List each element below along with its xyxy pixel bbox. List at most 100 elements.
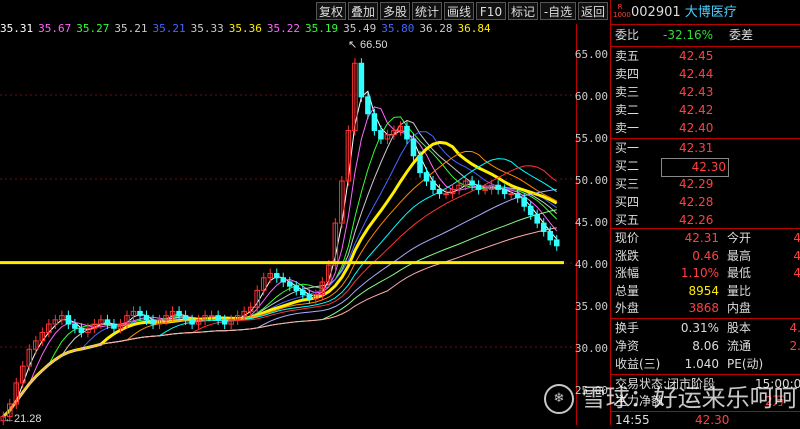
- candle-body[interactable]: [72, 323, 78, 329]
- candle-body[interactable]: [111, 323, 117, 329]
- candle-body[interactable]: [78, 327, 85, 333]
- stock-name: 大博医疗: [684, 5, 737, 20]
- toolbar-button-5[interactable]: F10: [476, 2, 506, 20]
- moving-average-line: [2, 158, 557, 417]
- candle-body[interactable]: [358, 62, 365, 98]
- candle-body[interactable]: [521, 197, 527, 207]
- asks-price[interactable]: 42.43: [679, 84, 713, 101]
- candle-body[interactable]: [65, 315, 72, 325]
- asks-label: 卖一: [615, 121, 640, 135]
- candle-body[interactable]: [404, 125, 410, 140]
- candle-body[interactable]: [273, 273, 280, 279]
- candle-body[interactable]: [527, 205, 534, 216]
- ma-value-7: 35.22: [266, 22, 300, 35]
- toolbar-button-0[interactable]: 复权: [316, 2, 346, 20]
- ma-value-9: 35.49: [343, 22, 377, 35]
- candlestick-chart[interactable]: 66.50 21.28 ↖ ←: [0, 38, 576, 425]
- candle-body[interactable]: [410, 138, 417, 157]
- candle-body[interactable]: [293, 285, 300, 291]
- asks-label: 卖三: [615, 85, 640, 99]
- candle-body[interactable]: [365, 96, 371, 115]
- candle-body[interactable]: [215, 315, 221, 321]
- candle-body[interactable]: [501, 188, 508, 195]
- candle-body[interactable]: [475, 184, 482, 190]
- ma-value-1: 35.67: [38, 22, 72, 35]
- candle-body[interactable]: [378, 130, 384, 140]
- quote-label2: 最低: [727, 266, 752, 280]
- toolbar-button-7[interactable]: -自选: [540, 2, 576, 20]
- stats-value2: 4.: [789, 321, 800, 335]
- candle-body[interactable]: [508, 193, 514, 196]
- candle-body[interactable]: [182, 315, 189, 321]
- candle-body[interactable]: [104, 319, 111, 325]
- candle-body[interactable]: [176, 310, 182, 317]
- toolbar-button-3[interactable]: 统计: [412, 2, 442, 20]
- asks-price[interactable]: 42.40: [679, 120, 713, 137]
- candle-body[interactable]: [208, 315, 215, 318]
- quote-label2: 最高: [727, 248, 752, 263]
- candle-body[interactable]: [547, 231, 554, 241]
- candle-body[interactable]: [371, 113, 378, 132]
- quote-value2: 4: [793, 248, 800, 263]
- bids-price[interactable]: 42.29: [679, 176, 713, 193]
- candle-body[interactable]: [137, 310, 143, 317]
- stats-row: 净资 8.06 流通 2.: [615, 338, 800, 355]
- candle-body[interactable]: [430, 180, 436, 190]
- asks-row: 卖一 42.40: [615, 120, 713, 137]
- stats-label: 换手: [615, 321, 640, 335]
- candle-body[interactable]: [534, 214, 540, 224]
- candle-body[interactable]: [514, 193, 521, 199]
- candle-body[interactable]: [306, 294, 313, 300]
- ma-value-10: 35.80: [381, 22, 415, 35]
- ma-value-3: 35.21: [114, 22, 148, 35]
- ma-value-0: 35.31: [0, 22, 34, 35]
- toolbar-button-8[interactable]: 返回: [578, 2, 608, 20]
- candle-body[interactable]: [221, 319, 228, 325]
- asks-price[interactable]: 42.42: [679, 102, 713, 119]
- asks-label: 卖四: [615, 67, 640, 81]
- candle-body[interactable]: [540, 222, 547, 233]
- bids-row: 买三 42.29: [615, 176, 713, 193]
- ma-value-5: 35.33: [190, 22, 224, 35]
- toolbar-button-4[interactable]: 画线: [444, 2, 474, 20]
- candle-body[interactable]: [495, 184, 501, 190]
- y-tick-label: 35.00: [574, 300, 608, 314]
- candle-body[interactable]: [150, 319, 156, 325]
- quote-label: 涨跌: [615, 248, 640, 263]
- bids-price[interactable]: 42.26: [679, 212, 713, 229]
- moving-average-line: [2, 90, 558, 417]
- y-tick-label: 45.00: [574, 216, 608, 230]
- ma-value-11: 36.28: [419, 22, 453, 35]
- toolbar-button-1[interactable]: 叠加: [348, 2, 378, 20]
- asks-price[interactable]: 42.44: [679, 66, 713, 83]
- candle-body[interactable]: [280, 277, 287, 283]
- bids-label: 买五: [615, 213, 640, 227]
- candle-body[interactable]: [300, 289, 306, 296]
- stats-label: 收益(三): [615, 357, 661, 371]
- candle-body[interactable]: [286, 281, 293, 287]
- candle-body[interactable]: [436, 188, 443, 195]
- quote-value2: 4: [793, 266, 800, 280]
- asks-label: 卖五: [615, 49, 640, 63]
- toolbar: 复权 叠加 多股 统计 画线 F10 标记 -自选 返回: [0, 0, 610, 24]
- candle-body[interactable]: [469, 180, 475, 186]
- candle-body[interactable]: [423, 172, 430, 182]
- candle-body[interactable]: [553, 239, 560, 247]
- bids-price[interactable]: 42.30: [661, 158, 729, 177]
- y-tick-label: 60.00: [574, 89, 608, 103]
- toolbar-button-6[interactable]: 标记: [508, 2, 538, 20]
- asks-price[interactable]: 42.45: [679, 48, 713, 65]
- candle-body[interactable]: [482, 188, 488, 191]
- bids-price[interactable]: 42.31: [679, 140, 713, 157]
- quote-row: 涨跌 0.46 最高 4: [615, 248, 800, 265]
- bids-price[interactable]: 42.28: [679, 194, 713, 211]
- candle-body[interactable]: [443, 193, 449, 196]
- candle-body[interactable]: [143, 315, 150, 321]
- candle-body[interactable]: [417, 155, 423, 174]
- quote-label: 外盘: [615, 301, 640, 315]
- y-tick-label: 55.00: [574, 131, 608, 145]
- toolbar-button-2[interactable]: 多股: [380, 2, 410, 20]
- quote-label2: 今开: [727, 231, 752, 245]
- quote-value: 0.46: [692, 248, 719, 263]
- candle-body[interactable]: [189, 319, 195, 325]
